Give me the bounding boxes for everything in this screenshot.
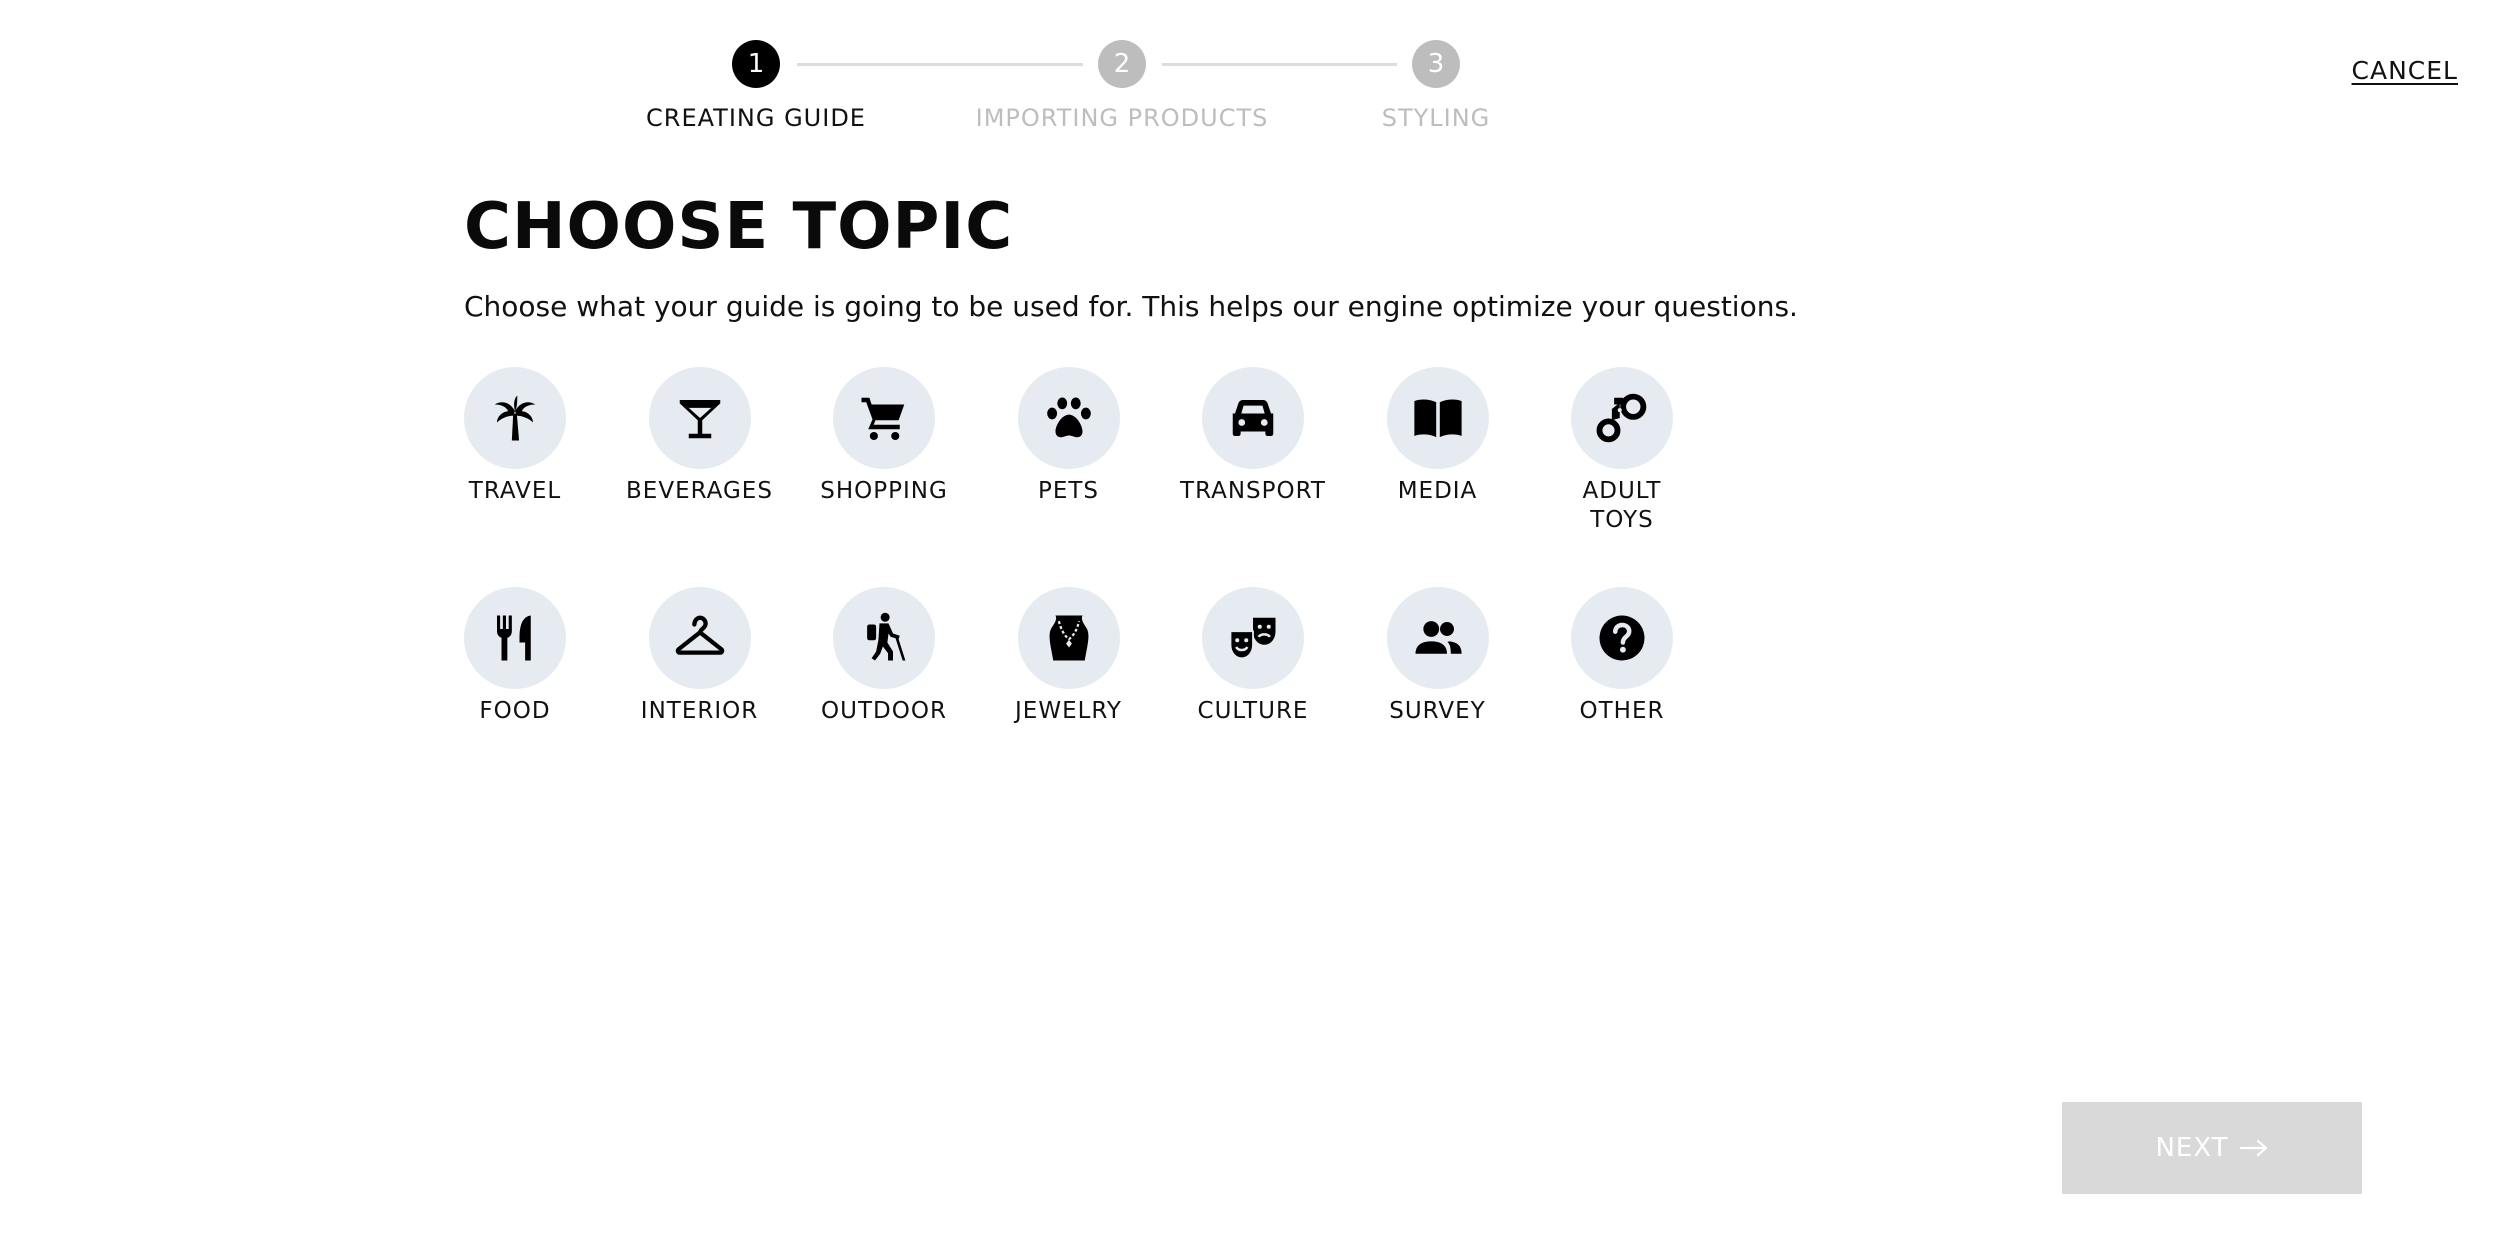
topic-travel-circle xyxy=(464,367,566,469)
step-3-label: STYLING xyxy=(1381,104,1491,132)
topic-shopping-label: SHOPPING xyxy=(820,478,948,504)
next-button-label: NEXT xyxy=(2155,1133,2229,1163)
topic-culture[interactable]: CULTURE xyxy=(1198,587,1307,726)
topic-outdoor-label: OUTDOOR xyxy=(821,698,947,724)
step-1-label: CREATING GUIDE xyxy=(646,104,866,132)
topic-media-label: MEDIA xyxy=(1397,478,1478,504)
topic-row-2: FOOD INTERIOR OUTDOOR JEWELRY CULTURE SU… xyxy=(464,587,1673,726)
topic-pets[interactable]: PETS xyxy=(1017,367,1120,535)
topic-travel[interactable]: TRAVEL xyxy=(464,367,566,535)
topic-media[interactable]: MEDIA xyxy=(1386,367,1489,535)
arrow-right-icon xyxy=(2239,1139,2267,1157)
topic-adult-toys-label: ADULT TOYS xyxy=(1582,478,1662,533)
topic-transport-label: TRANSPORT xyxy=(1180,478,1326,504)
topic-row-1: TRAVEL BEVERAGES SHOPPING PETS TRANSPORT… xyxy=(464,367,1673,535)
topic-adult-toys[interactable]: ADULT TOYS xyxy=(1571,367,1673,535)
topic-interior[interactable]: INTERIOR xyxy=(641,587,757,726)
palm-tree-icon xyxy=(494,395,536,441)
page-title: CHOOSE TOPIC xyxy=(464,190,1014,264)
cancel-link[interactable]: CANCEL xyxy=(2352,56,2458,85)
topic-survey-label: SURVEY xyxy=(1389,698,1486,724)
topic-jewelry[interactable]: JEWELRY xyxy=(1015,587,1121,726)
step-3-circle: 3 xyxy=(1412,40,1460,88)
topic-other-label: OTHER xyxy=(1579,698,1665,724)
progress-stepper: 1 2 3 CREATING GUIDE IMPORTING PRODUCTS … xyxy=(0,0,2494,150)
fork-knife-icon xyxy=(497,615,531,661)
topic-outdoor[interactable]: OUTDOOR xyxy=(821,587,946,726)
topic-media-circle xyxy=(1386,367,1489,469)
topic-food[interactable]: FOOD xyxy=(464,587,566,726)
step-2-circle: 2 xyxy=(1098,40,1146,88)
topic-pets-circle xyxy=(1017,367,1120,469)
topic-other[interactable]: OTHER xyxy=(1571,587,1673,726)
necklace-icon xyxy=(1049,615,1088,661)
topic-jewelry-circle xyxy=(1017,587,1120,689)
theater-masks-icon xyxy=(1229,617,1276,660)
handcuffs-icon xyxy=(1596,393,1647,443)
topic-interior-circle xyxy=(648,587,751,689)
topic-pets-label: PETS xyxy=(1037,478,1100,504)
topic-culture-circle xyxy=(1202,587,1304,689)
topic-beverages-label: BEVERAGES xyxy=(626,478,773,504)
next-button[interactable]: NEXT xyxy=(2062,1102,2362,1194)
stepper-connector-1-2 xyxy=(797,63,1083,66)
cocktail-glass-icon xyxy=(679,400,720,439)
hiker-icon xyxy=(867,612,906,661)
topic-shopping[interactable]: SHOPPING xyxy=(820,367,947,535)
topic-other-circle xyxy=(1571,587,1673,689)
page-subtitle: Choose what your guide is going to be us… xyxy=(464,290,1798,323)
topic-culture-label: CULTURE xyxy=(1197,698,1309,724)
topic-outdoor-circle xyxy=(833,587,935,689)
topic-beverages-circle xyxy=(648,367,751,469)
topic-shopping-circle xyxy=(833,367,935,469)
topic-food-label: FOOD xyxy=(479,698,551,724)
topic-jewelry-label: JEWELRY xyxy=(1015,698,1122,724)
people-icon xyxy=(1415,621,1462,654)
step-1-circle: 1 xyxy=(732,40,780,88)
car-icon xyxy=(1232,400,1274,436)
topic-travel-label: TRAVEL xyxy=(468,478,562,504)
shopping-cart-icon xyxy=(861,397,905,441)
topic-transport[interactable]: TRANSPORT xyxy=(1180,367,1325,535)
topic-adult-toys-circle xyxy=(1571,367,1673,469)
topic-transport-circle xyxy=(1202,367,1304,469)
topic-survey-circle xyxy=(1386,587,1489,689)
topic-beverages[interactable]: BEVERAGES xyxy=(626,367,772,535)
topic-interior-label: INTERIOR xyxy=(640,698,759,724)
question-icon xyxy=(1599,615,1645,661)
book-icon xyxy=(1413,399,1462,438)
topic-survey[interactable]: SURVEY xyxy=(1386,587,1489,726)
paw-icon xyxy=(1046,397,1091,438)
hanger-icon xyxy=(675,615,724,655)
topic-food-circle xyxy=(464,587,566,689)
stepper-connector-2-3 xyxy=(1162,63,1397,66)
